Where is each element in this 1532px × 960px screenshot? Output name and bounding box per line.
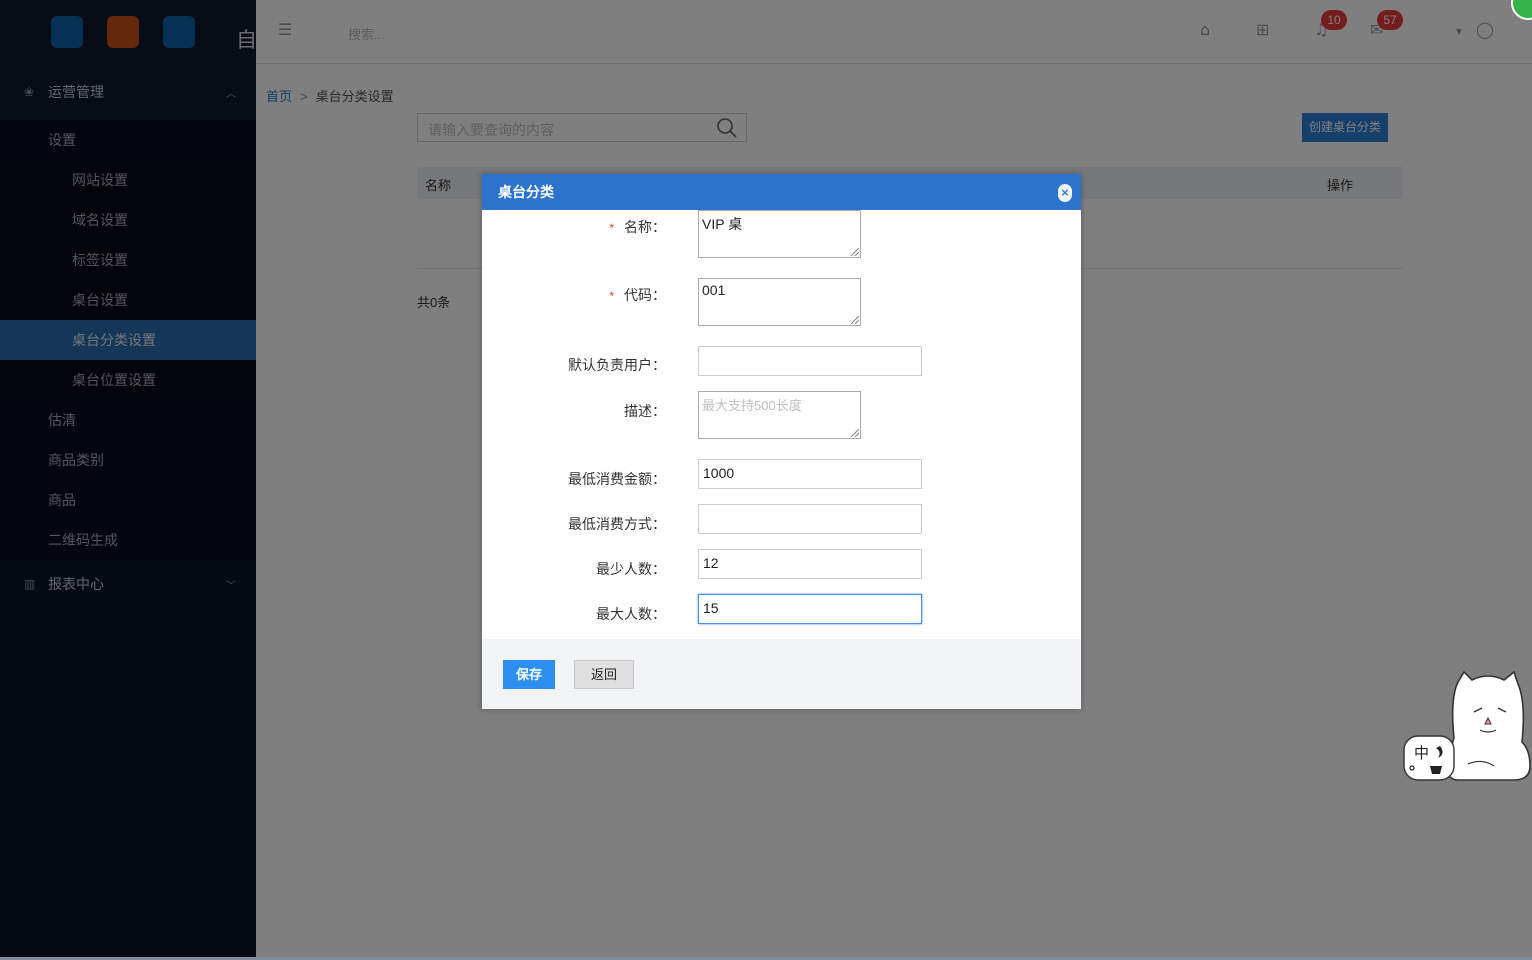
resize-grip-icon[interactable] bbox=[851, 316, 859, 324]
back-button[interactable]: 返回 bbox=[574, 660, 634, 689]
label-text: 代码： bbox=[624, 287, 666, 303]
ime-mode-text: 中 bbox=[1414, 744, 1429, 762]
field-label-min-method: 最低消费方式： bbox=[568, 516, 666, 532]
code-textarea[interactable]: 001 bbox=[698, 278, 861, 326]
max-people-input[interactable]: 15 bbox=[698, 594, 922, 624]
code-value: 001 bbox=[702, 282, 726, 298]
name-value: VIP 桌 bbox=[702, 216, 743, 232]
required-mark: * bbox=[609, 221, 614, 235]
field-label-code: * 代码： bbox=[609, 285, 666, 305]
ime-cat-widget-icon[interactable]: 中 bbox=[1402, 668, 1532, 784]
field-label-name: * 名称： bbox=[609, 217, 666, 237]
close-icon[interactable]: × bbox=[1058, 184, 1072, 202]
save-button[interactable]: 保存 bbox=[503, 660, 555, 689]
field-label-owner: 默认负责用户： bbox=[568, 357, 666, 373]
label-text: 名称： bbox=[624, 219, 666, 235]
field-label-max-people: 最大人数： bbox=[596, 606, 666, 622]
field-label-min-people: 最少人数： bbox=[596, 561, 666, 577]
description-placeholder: 最大支持500长度 bbox=[702, 398, 802, 413]
dialog-header: 桌台分类 × bbox=[482, 174, 1081, 210]
field-label-description: 描述： bbox=[624, 403, 666, 419]
field-label-min-amount: 最低消费金额： bbox=[568, 471, 666, 487]
dialog-footer: 保存 返回 bbox=[482, 639, 1081, 709]
dialog-body: * 名称： VIP 桌 * 代码： 001 默认负责用户： 描述： 最大支持500长… bbox=[482, 210, 1081, 639]
name-textarea[interactable]: VIP 桌 bbox=[698, 210, 861, 258]
resize-grip-icon[interactable] bbox=[851, 429, 859, 437]
min-method-input[interactable] bbox=[698, 504, 922, 534]
owner-input[interactable] bbox=[698, 346, 922, 376]
table-category-dialog: 桌台分类 × * 名称： VIP 桌 * 代码： 001 默认负责用户： 描述： 最… bbox=[482, 174, 1081, 709]
min-amount-input[interactable]: 1000 bbox=[698, 459, 922, 489]
required-mark: * bbox=[609, 289, 614, 303]
description-textarea[interactable]: 最大支持500长度 bbox=[698, 391, 861, 439]
min-people-input[interactable]: 12 bbox=[698, 549, 922, 579]
resize-grip-icon[interactable] bbox=[851, 248, 859, 256]
dialog-title: 桌台分类 bbox=[498, 184, 554, 200]
